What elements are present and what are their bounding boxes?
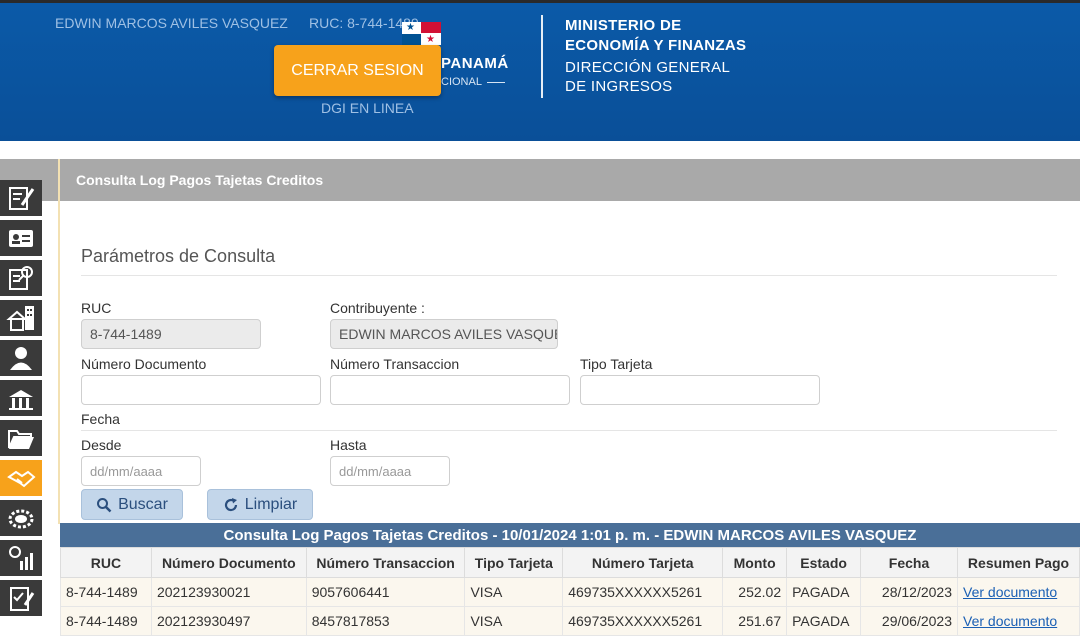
cell-monto: 252.02	[722, 577, 788, 607]
fecha-label: Fecha	[81, 411, 120, 427]
person-icon	[10, 347, 32, 370]
form-edit-icon	[9, 187, 35, 210]
gov-subtitle-line	[487, 82, 505, 83]
cell-ruc: 8-744-1489	[60, 606, 152, 636]
hasta-date-input[interactable]: dd/mm/aaaa	[330, 456, 450, 486]
chart-money-icon	[9, 546, 33, 570]
cell-resumen: Ver documento	[957, 606, 1080, 636]
numero-transaccion-input[interactable]	[330, 375, 570, 405]
cell-fecha: 29/06/2023	[860, 606, 958, 636]
fecha-divider	[81, 430, 1057, 431]
col-header-tarjeta[interactable]: Número Tarjeta	[562, 547, 724, 578]
sidebar-item-coin[interactable]	[0, 500, 42, 538]
col-header-resumen[interactable]: Resumen Pago	[957, 547, 1080, 578]
id-card-icon	[9, 230, 33, 247]
ruc-field[interactable]: 8-744-1489	[81, 319, 261, 349]
sidebar-item-folder[interactable]	[0, 420, 42, 458]
col-header-fecha[interactable]: Fecha	[860, 547, 958, 578]
params-divider	[81, 275, 1057, 276]
cell-documento: 202123930497	[150, 606, 307, 636]
sidebar-item-handshake[interactable]	[0, 460, 42, 498]
desde-date-input[interactable]: dd/mm/aaaa	[81, 456, 201, 486]
col-header-tipo[interactable]: Tipo Tarjeta	[464, 547, 564, 578]
cell-resumen: Ver documento	[957, 577, 1080, 607]
col-header-documento[interactable]: Número Documento	[150, 547, 307, 578]
tipo-tarjeta-label: Tipo Tarjeta	[580, 356, 653, 372]
contribuyente-label: Contribuyente :	[330, 300, 425, 316]
results-title: Consulta Log Pagos Tajetas Creditos - 10…	[60, 523, 1080, 547]
buildings-icon	[6, 306, 34, 331]
panama-flag-icon: ★ ★	[402, 22, 441, 45]
refresh-icon	[224, 497, 237, 511]
ver-documento-link[interactable]: Ver documento	[963, 584, 1057, 600]
cell-monto: 251.67	[722, 606, 788, 636]
institution-icon	[9, 390, 33, 410]
limpiar-button[interactable]: Limpiar	[207, 489, 313, 520]
table-row: 8-744-1489 202123930021 9057606441 VISA …	[60, 577, 1080, 607]
table-row: 8-744-1489 202123930497 8457817853 VISA …	[60, 606, 1080, 636]
numero-transaccion-label: Número Transaccion	[330, 356, 460, 372]
col-header-transaccion[interactable]: Número Transaccion	[305, 547, 466, 578]
sidebar-item-person[interactable]	[0, 340, 42, 378]
ver-documento-link[interactable]: Ver documento	[963, 613, 1057, 629]
cell-fecha: 28/12/2023	[860, 577, 958, 607]
sidebar-item-document-search[interactable]	[0, 260, 42, 298]
params-section-title: Parámetros de Consulta	[81, 246, 276, 266]
cell-documento: 202123930021	[150, 577, 307, 607]
logout-button[interactable]: CERRAR SESION	[274, 45, 441, 96]
cell-estado: PAGADA	[786, 577, 862, 607]
content-left-border	[58, 159, 60, 524]
col-header-monto[interactable]: Monto	[722, 547, 788, 578]
dgi-online-link[interactable]: DGI EN LINEA	[321, 100, 414, 116]
sidebar-item-form-edit[interactable]	[0, 180, 42, 218]
page-title-bar: Consulta Log Pagos Tajetas Creditos	[0, 159, 1080, 201]
sidebar	[0, 178, 43, 618]
ministry-name-line4: DE INGRESOS	[565, 78, 673, 95]
cell-estado: PAGADA	[786, 606, 862, 636]
results-table: RUC Número Documento Número Transaccion …	[60, 547, 1080, 636]
header-divider	[541, 15, 543, 98]
desde-label: Desde	[81, 437, 122, 453]
sidebar-item-id-card[interactable]	[0, 220, 42, 258]
cell-ruc: 8-744-1489	[60, 577, 152, 607]
search-icon	[97, 497, 112, 512]
tipo-tarjeta-input[interactable]	[580, 375, 820, 405]
numero-documento-label: Número Documento	[81, 356, 207, 372]
buscar-button[interactable]: Buscar	[81, 489, 183, 520]
coin-icon	[8, 509, 34, 529]
sidebar-item-checklist[interactable]	[0, 580, 42, 618]
cell-tarjeta: 469735XXXXXX5261	[562, 577, 724, 607]
sidebar-item-institution[interactable]	[0, 380, 42, 418]
numero-documento-input[interactable]	[81, 375, 321, 405]
cell-transaccion: 9057606441	[305, 577, 466, 607]
col-header-estado[interactable]: Estado	[786, 547, 862, 578]
header: EDWIN MARCOS AVILES VASQUEZ RUC: 8-744-1…	[0, 0, 1080, 141]
contribuyente-field[interactable]: EDWIN MARCOS AVILES VASQUEZ	[330, 319, 558, 349]
handshake-icon	[7, 470, 36, 488]
col-header-ruc[interactable]: RUC	[60, 547, 152, 578]
limpiar-label: Limpiar	[244, 495, 298, 513]
cell-tipo: VISA	[464, 606, 564, 636]
ministry-name-line2: ECONOMÍA Y FINANZAS	[565, 37, 747, 54]
ministry-name-line1: MINISTERIO DE	[565, 17, 682, 34]
page-title: Consulta Log Pagos Tajetas Creditos	[76, 172, 324, 188]
sidebar-item-chart-money[interactable]	[0, 540, 42, 578]
folder-open-icon	[8, 430, 34, 449]
checklist-icon	[10, 587, 35, 611]
ministry-name-line3: DIRECCIÓN GENERAL	[565, 59, 731, 76]
sidebar-item-buildings[interactable]	[0, 300, 42, 338]
user-name: EDWIN MARCOS AVILES VASQUEZ	[55, 15, 288, 31]
hasta-label: Hasta	[330, 437, 367, 453]
cell-transaccion: 8457817853	[305, 606, 466, 636]
document-search-icon	[9, 266, 33, 290]
ruc-label: RUC	[81, 300, 112, 316]
gov-name: PANAMÁ	[441, 55, 509, 72]
cell-tipo: VISA	[464, 577, 564, 607]
gov-subtitle: CIONAL	[441, 76, 482, 88]
cell-tarjeta: 469735XXXXXX5261	[562, 606, 724, 636]
buscar-label: Buscar	[118, 495, 168, 513]
table-header-row: RUC Número Documento Número Transaccion …	[60, 547, 1080, 578]
